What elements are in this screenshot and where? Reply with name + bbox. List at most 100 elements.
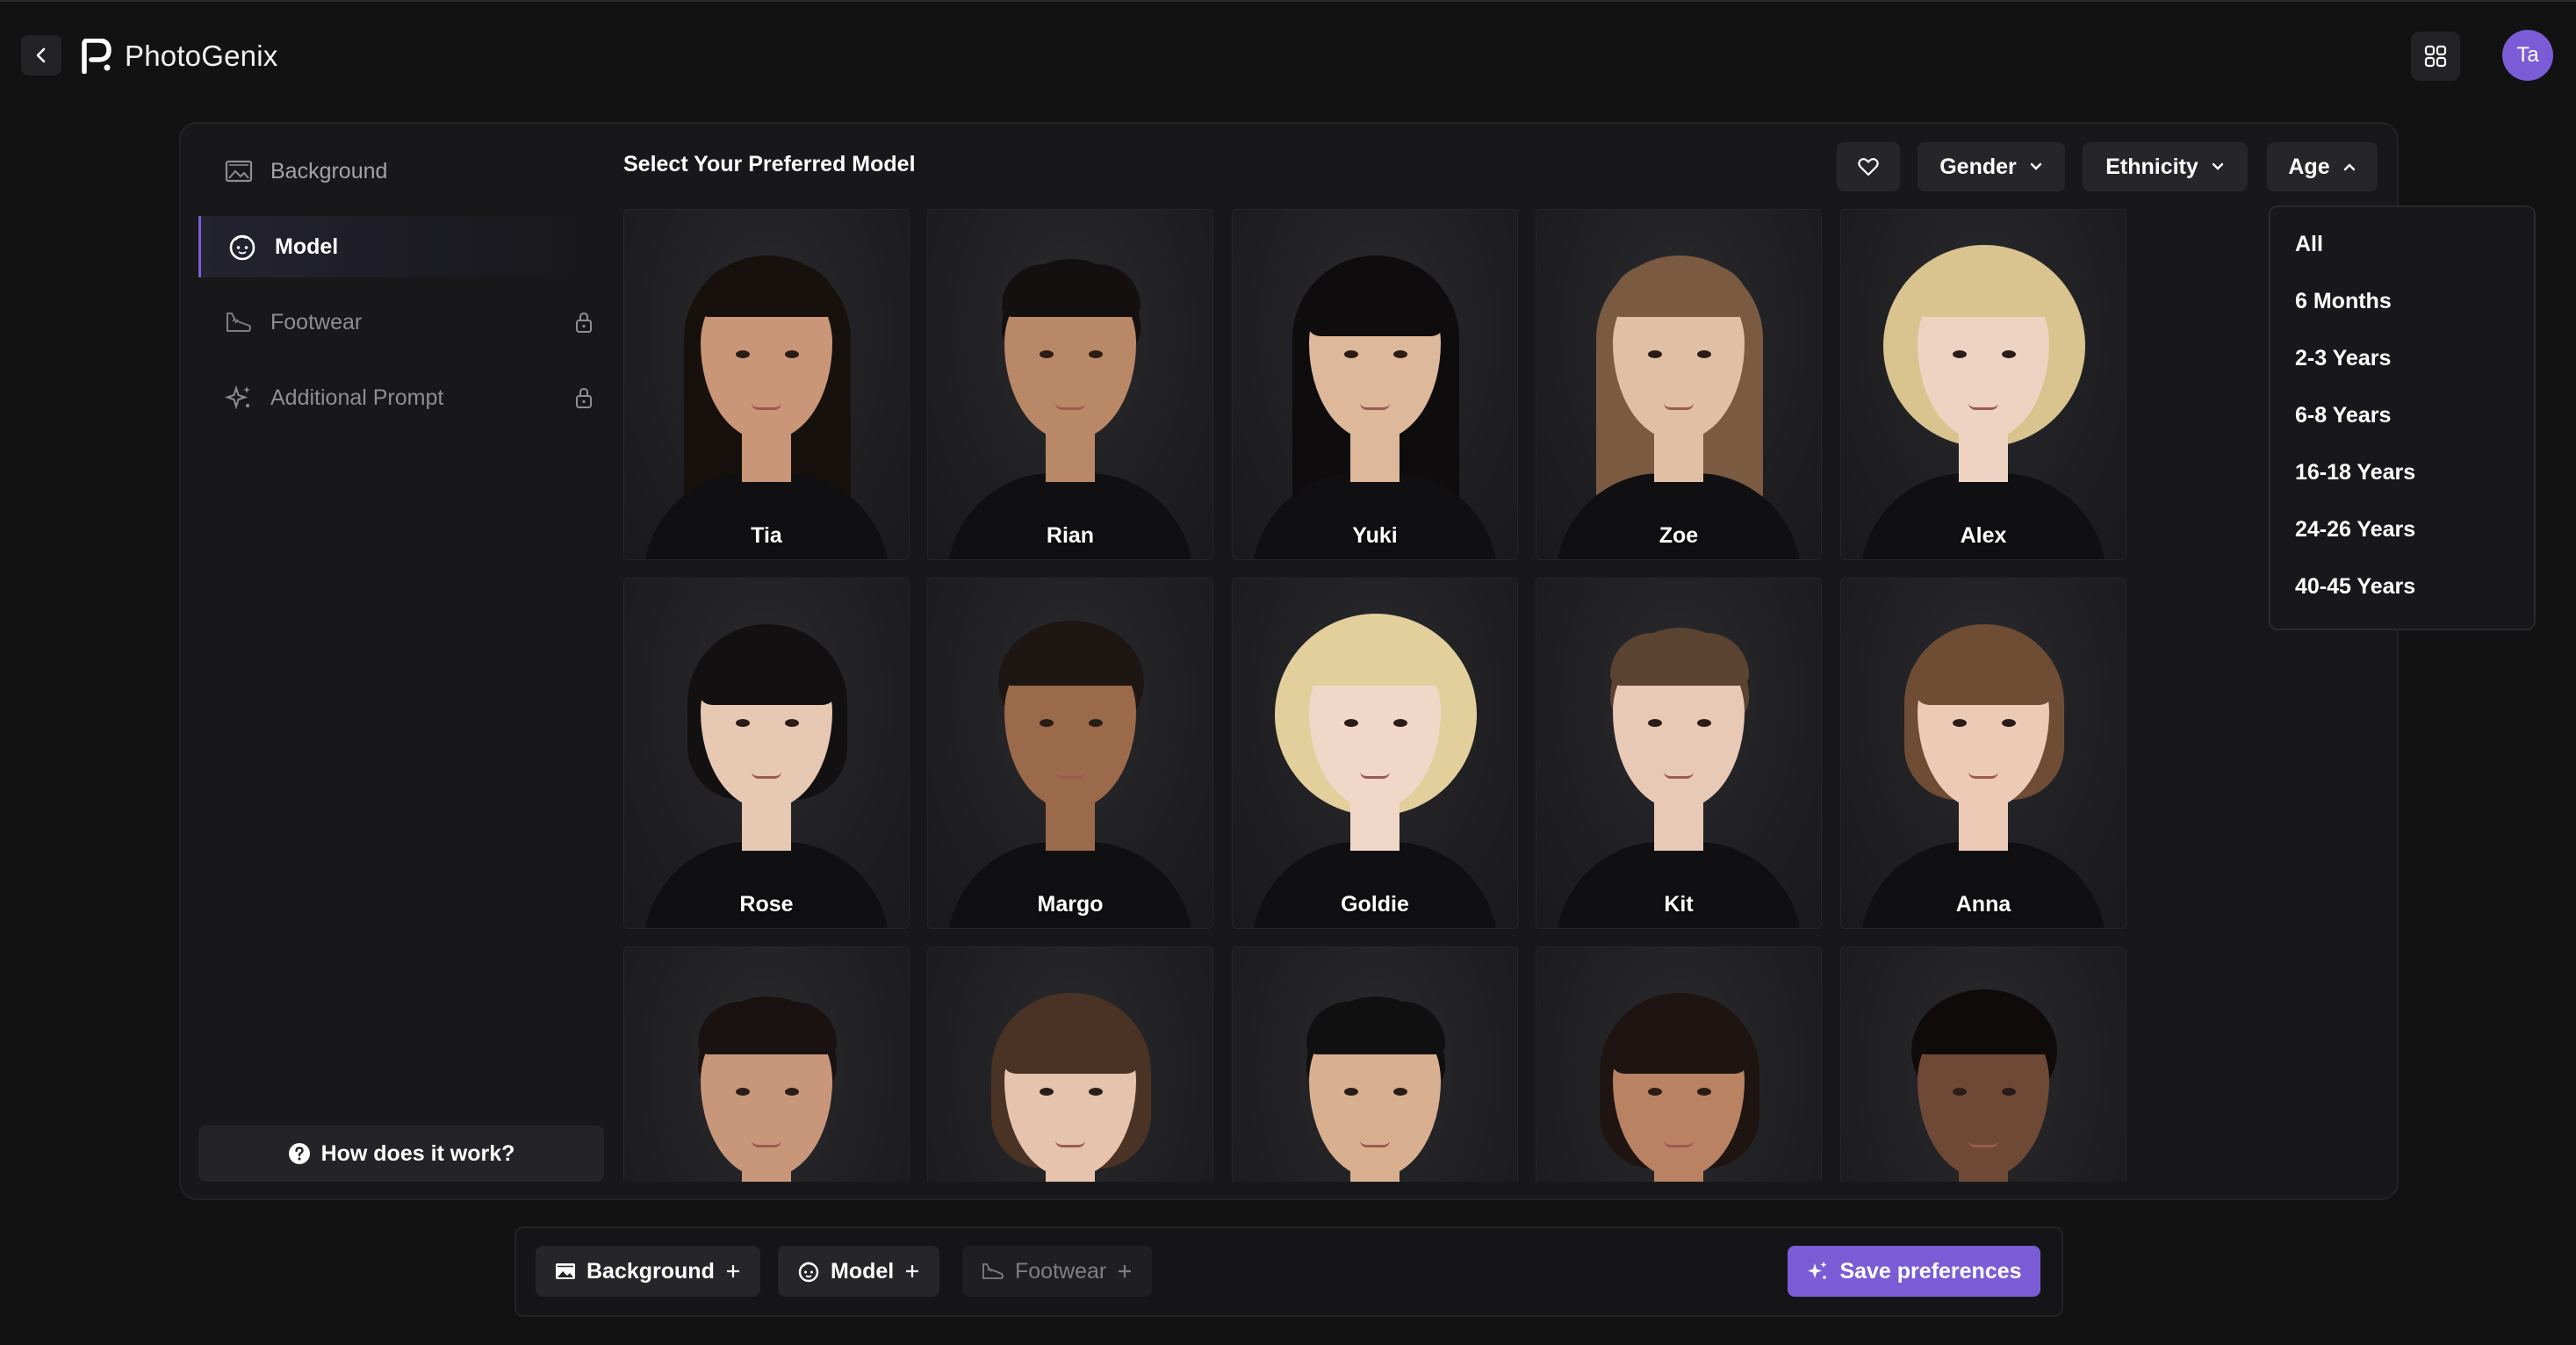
chevron-up-icon	[2343, 163, 2355, 171]
image-icon	[556, 1263, 575, 1279]
shoe-icon	[982, 1263, 1004, 1279]
model-photo	[1536, 579, 1821, 928]
sidebar-item-label: Background	[270, 158, 388, 183]
bottom-selection-bar: Background Model Footwear Save preferenc…	[514, 1226, 2063, 1317]
favorites-button[interactable]	[1837, 142, 1900, 191]
sidebar-item-additional-prompt[interactable]: Additional Prompt	[198, 367, 594, 428]
sidebar-item-label: Footwear	[270, 309, 363, 334]
model-photo	[1233, 210, 1517, 559]
model-name: Kit	[1664, 892, 1694, 917]
model-card[interactable]	[1232, 946, 1518, 1182]
model-name: Zoe	[1659, 523, 1699, 548]
sidebar-item-label: Additional Prompt	[270, 385, 444, 410]
plus-icon	[726, 1265, 739, 1277]
age-option-24-26-years[interactable]: 24-26 Years	[2295, 517, 2415, 543]
page-title: Select Your Preferred Model	[623, 152, 916, 176]
model-card[interactable]: Rose	[623, 578, 910, 929]
lock-icon	[576, 387, 592, 408]
sidebar-item-model[interactable]: Model	[198, 216, 594, 277]
chip-model[interactable]: Model	[778, 1246, 940, 1297]
age-filter-label: Age	[2288, 154, 2330, 179]
model-photo	[624, 947, 909, 1182]
model-card[interactable]: Alex	[1840, 209, 2126, 560]
model-photo	[624, 210, 909, 559]
user-avatar[interactable]: Ta	[2502, 30, 2553, 81]
help-circle-icon	[288, 1143, 310, 1164]
app-title: PhotoGenix	[125, 40, 278, 72]
image-icon	[225, 160, 253, 183]
lock-icon	[576, 312, 592, 333]
shoe-icon	[227, 313, 251, 332]
model-name: Rose	[739, 892, 794, 917]
model-card[interactable]: Tia	[623, 209, 910, 560]
age-option-all[interactable]: All	[2295, 232, 2323, 257]
sparkle-icon	[225, 385, 250, 410]
apps-button[interactable]	[2411, 32, 2460, 81]
face-icon	[798, 1262, 819, 1283]
chip-label: Background	[586, 1258, 715, 1284]
window-top-border	[0, 0, 2576, 2]
age-filter[interactable]: Age	[2267, 142, 2378, 191]
model-photo	[1841, 947, 2126, 1182]
gender-filter[interactable]: Gender	[1918, 142, 2065, 191]
model-name: Goldie	[1341, 892, 1409, 917]
age-option-40-45-years[interactable]: 40-45 Years	[2295, 574, 2415, 600]
save-preferences-label: Save preferences	[1839, 1258, 2022, 1284]
plus-icon	[906, 1265, 919, 1277]
how-it-works-button[interactable]: How does it work?	[198, 1126, 604, 1182]
chevron-down-icon	[2030, 162, 2041, 170]
model-photo	[928, 210, 1212, 559]
model-photo	[1536, 947, 1821, 1182]
sidebar-item-background[interactable]: Background	[198, 140, 594, 202]
model-photo	[624, 579, 909, 928]
model-card[interactable]: Anna	[1840, 578, 2126, 929]
model-photo	[1841, 579, 2126, 928]
model-card[interactable]: Kit	[1536, 578, 1822, 929]
model-photo	[1233, 579, 1517, 928]
grid-icon	[2424, 45, 2447, 68]
model-card[interactable]	[1840, 946, 2126, 1182]
model-card[interactable]	[1536, 946, 1822, 1182]
photogenix-logo-icon	[82, 39, 112, 74]
model-card[interactable]: Rian	[927, 209, 1213, 560]
model-card[interactable]: Goldie	[1232, 578, 1518, 929]
model-name: Yuki	[1352, 523, 1398, 548]
gender-filter-label: Gender	[1939, 154, 2017, 179]
model-card[interactable]	[927, 946, 1213, 1182]
model-photo	[1233, 947, 1517, 1182]
chip-label: Model	[831, 1258, 895, 1284]
model-photo	[928, 579, 1212, 928]
model-photo	[1536, 210, 1821, 559]
chevron-left-icon	[36, 47, 46, 63]
sparkle-icon	[1808, 1262, 1827, 1279]
model-card[interactable]: Yuki	[1232, 209, 1518, 560]
chip-footwear[interactable]: Footwear	[962, 1246, 1153, 1297]
face-icon	[229, 234, 255, 261]
age-option-2-3-years[interactable]: 2-3 Years	[2295, 346, 2391, 371]
model-card[interactable]: Zoe	[1536, 209, 1822, 560]
model-name: Tia	[751, 523, 782, 548]
model-card[interactable]: Margo	[927, 578, 1213, 929]
model-name: Rian	[1046, 523, 1095, 548]
how-it-works-label: How does it work?	[320, 1140, 515, 1166]
model-name: Alex	[1960, 523, 2007, 548]
app-logo[interactable]: PhotoGenix	[81, 35, 277, 77]
model-name: Margo	[1037, 892, 1104, 917]
heart-icon	[1858, 158, 1879, 176]
model-grid: Tia Rian Yuki Zoe Alex Rose Margo Goldie Kit Anna	[623, 209, 2139, 1182]
sidebar-item-label: Model	[275, 234, 339, 259]
model-card[interactable]	[623, 946, 910, 1182]
chip-label: Footwear	[1015, 1258, 1107, 1284]
age-option-6-8-years[interactable]: 6-8 Years	[2295, 403, 2391, 428]
age-dropdown-menu: All 6 Months 2-3 Years 6-8 Years 16-18 Y…	[2269, 205, 2536, 630]
ethnicity-filter-label: Ethnicity	[2105, 154, 2198, 179]
save-preferences-button[interactable]: Save preferences	[1788, 1246, 2040, 1297]
sidebar-item-footwear[interactable]: Footwear	[198, 291, 594, 353]
model-photo	[928, 947, 1212, 1182]
ethnicity-filter[interactable]: Ethnicity	[2083, 142, 2248, 191]
age-option-6-months[interactable]: 6 Months	[2295, 289, 2392, 314]
back-button[interactable]	[21, 35, 61, 76]
model-name: Anna	[1955, 892, 2011, 917]
age-option-16-18-years[interactable]: 16-18 Years	[2295, 460, 2415, 485]
chip-background[interactable]: Background	[536, 1246, 760, 1297]
